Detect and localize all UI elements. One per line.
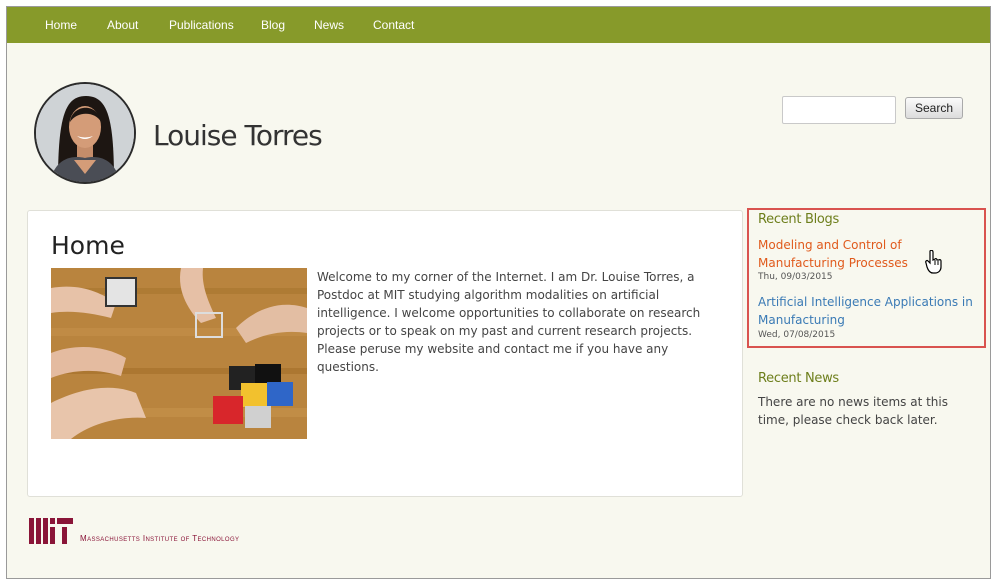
browser-viewport: Home About Publications Blog News Contac…	[6, 6, 991, 579]
nav-about[interactable]: About	[107, 7, 138, 43]
mit-logo-mark	[29, 518, 73, 544]
main-nav: Home About Publications Blog News Contac…	[7, 7, 990, 43]
recent-news-title: Recent News	[758, 371, 839, 386]
article-image	[51, 268, 307, 439]
profile-avatar[interactable]	[34, 82, 136, 184]
nav-news[interactable]: News	[314, 7, 344, 43]
blog-post-date: Wed, 07/08/2015	[758, 330, 836, 340]
mit-logo[interactable]	[29, 518, 73, 548]
search-button[interactable]: Search	[905, 97, 963, 119]
recent-blogs-title: Recent Blogs	[758, 212, 839, 227]
blog-post-link[interactable]: Modeling and Control of Manufacturing Pr…	[758, 236, 982, 272]
recent-news-text: There are no news items at this time, pl…	[758, 395, 948, 427]
robot-cubes-photo	[51, 268, 307, 439]
intro-text: Welcome to my corner of the Internet. I …	[317, 270, 701, 374]
nav-blog[interactable]: Blog	[261, 7, 285, 43]
avatar-photo	[36, 84, 134, 182]
main-content: Home Welcome to my corner of the Interne…	[27, 210, 743, 497]
nav-home[interactable]: Home	[45, 7, 77, 43]
page-title: Home	[51, 231, 125, 260]
hand-pointer-cursor-icon	[925, 249, 943, 278]
site-name[interactable]: Louise Torres	[153, 119, 323, 152]
blog-post-date: Thu, 09/03/2015	[758, 272, 833, 282]
blog-post-link[interactable]: Artificial Intelligence Applications in …	[758, 293, 982, 329]
nav-publications[interactable]: Publications	[169, 7, 234, 43]
search-input[interactable]	[782, 96, 896, 124]
mit-institute-name: Massachusetts Institute of Technology	[80, 534, 240, 543]
nav-contact[interactable]: Contact	[373, 7, 414, 43]
